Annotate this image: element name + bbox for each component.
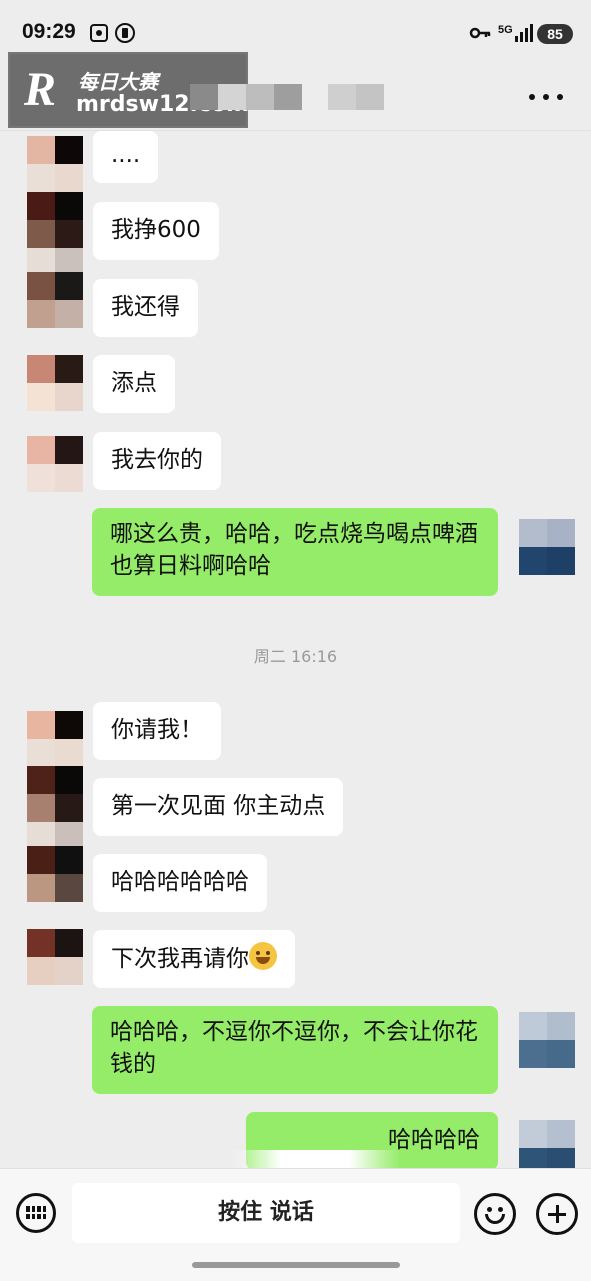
my-avatar[interactable] [519, 519, 575, 575]
contact-avatar[interactable] [27, 766, 83, 822]
contact-avatar[interactable] [27, 248, 83, 272]
blur-overlay [230, 1150, 400, 1170]
contact-avatar[interactable] [27, 355, 83, 411]
emoji-icon[interactable] [474, 1193, 516, 1235]
contact-avatar[interactable] [27, 846, 83, 902]
screenshot-icon [90, 24, 108, 42]
contact-avatar[interactable] [27, 822, 83, 846]
message-bubble-incoming[interactable]: 第一次见面 你主动点 [93, 778, 344, 836]
message-bubble-outgoing[interactable]: 哈哈哈，不逗你不逗你，不会让你花钱的 [92, 1006, 498, 1094]
contact-avatar[interactable] [27, 272, 83, 328]
keyboard-icon [26, 1206, 46, 1219]
contact-avatar[interactable] [27, 436, 83, 492]
sim-icon [115, 23, 135, 43]
home-indicator[interactable] [192, 1262, 400, 1268]
contact-avatar[interactable] [27, 136, 83, 192]
message-bubble-incoming[interactable]: 我去你的 [93, 432, 221, 490]
message-timestamp: 周二 16:16 [253, 647, 338, 666]
contact-avatar[interactable] [27, 711, 83, 767]
message-bubble-incoming[interactable]: 下次我再请你 [93, 930, 295, 988]
contact-avatar[interactable] [27, 192, 83, 248]
plus-icon[interactable] [536, 1193, 578, 1235]
watermark-r-glyph: R [24, 63, 57, 116]
more-options-button[interactable] [529, 84, 563, 110]
status-time: 09:29 [22, 20, 76, 43]
message-text: 下次我再请你 [111, 946, 249, 972]
contact-name-blurred [190, 84, 410, 110]
my-avatar[interactable] [519, 1012, 575, 1068]
message-bubble-incoming[interactable]: 我还得 [93, 279, 198, 337]
contact-avatar[interactable] [27, 929, 83, 985]
key-icon [469, 27, 491, 39]
header-divider [0, 130, 591, 131]
keyboard-toggle-button[interactable] [16, 1193, 56, 1233]
message-bubble-incoming[interactable]: 添点 [93, 355, 175, 413]
signal-icon [515, 24, 533, 42]
hold-to-talk-button[interactable]: 按住 说话 [72, 1183, 460, 1243]
hug-emoji-icon [249, 942, 277, 970]
network-5g-label: 5G [498, 24, 513, 36]
message-bubble-incoming[interactable]: 你请我！ [93, 702, 221, 760]
message-bubble-outgoing[interactable]: 哪这么贵，哈哈，吃点烧鸟喝点啤酒也算日料啊哈哈 [92, 508, 498, 596]
watermark-title: 每日大赛 [78, 70, 158, 94]
message-bubble-incoming[interactable]: 我挣600 [93, 202, 219, 260]
message-bubble-incoming[interactable]: 哈哈哈哈哈哈 [93, 854, 267, 912]
battery-indicator: 85 [537, 24, 573, 44]
message-bubble-incoming[interactable]: .... [93, 131, 159, 183]
